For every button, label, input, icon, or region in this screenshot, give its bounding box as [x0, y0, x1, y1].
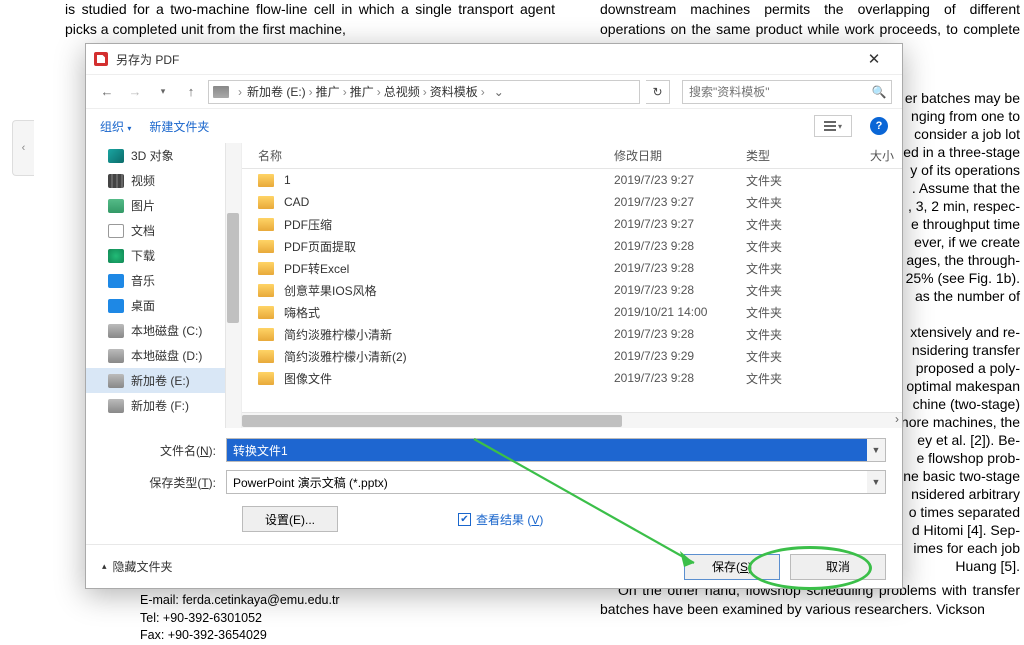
- filetype-label: 保存类型(T):: [102, 474, 226, 491]
- location-icon: [108, 399, 124, 413]
- folder-icon: [258, 284, 274, 297]
- sidebar-item[interactable]: 下载: [86, 243, 241, 268]
- crumb-item[interactable]: 总视频: [384, 85, 420, 99]
- refresh-button[interactable]: ↻: [646, 80, 670, 104]
- filename-label: 文件名(N):: [102, 442, 226, 459]
- folder-row[interactable]: 嗨格式2019/10/21 14:00文件夹: [242, 301, 902, 323]
- crumb-item[interactable]: 推广: [316, 85, 340, 99]
- hide-folders-link[interactable]: ▴隐藏文件夹: [102, 558, 173, 575]
- sidebar-item[interactable]: 图片: [86, 193, 241, 218]
- location-icon: [108, 174, 124, 188]
- crumb-dropdown[interactable]: ⌄: [490, 85, 508, 99]
- search-input[interactable]: [683, 85, 867, 99]
- sidebar-item[interactable]: 新加卷 (F:): [86, 393, 241, 418]
- pdf-icon: [94, 52, 108, 66]
- folder-icon: [258, 218, 274, 231]
- cancel-button[interactable]: 取消: [790, 554, 886, 580]
- location-icon: [108, 349, 124, 363]
- up-button[interactable]: ↑: [180, 81, 202, 103]
- folder-row[interactable]: PDF压缩2019/7/23 9:27文件夹: [242, 213, 902, 235]
- save-dialog: 另存为 PDF ✕ ← → ▾ ↑ › 新加卷 (E:)›推广›推广›总视频›资…: [85, 43, 903, 589]
- crumb-item[interactable]: 推广: [350, 85, 374, 99]
- sidebar-scrollbar[interactable]: [225, 143, 241, 428]
- folder-row[interactable]: 图像文件2019/7/23 9:28文件夹: [242, 367, 902, 389]
- folder-row[interactable]: 简约淡雅柠檬小清新2019/7/23 9:28文件夹: [242, 323, 902, 345]
- filetype-input[interactable]: [227, 471, 867, 493]
- crumb-item[interactable]: 资料模板: [430, 85, 478, 99]
- folder-icon: [258, 350, 274, 363]
- left-tab[interactable]: ‹: [12, 120, 34, 176]
- filetype-combo[interactable]: ▼: [226, 470, 886, 494]
- disk-icon: [213, 86, 229, 98]
- search-icon[interactable]: 🔍: [867, 85, 891, 99]
- folder-icon: [258, 196, 274, 209]
- sidebar-item[interactable]: 文档: [86, 218, 241, 243]
- bg-text: is studied for a two-machine flow-line c…: [65, 0, 555, 39]
- location-icon: [108, 274, 124, 288]
- settings-button[interactable]: 设置(E)...: [242, 506, 338, 532]
- view-mode-button[interactable]: ▾: [814, 115, 852, 137]
- sidebar: 3D 对象视频图片文档下载音乐桌面本地磁盘 (C:)本地磁盘 (D:)新加卷 (…: [86, 143, 242, 428]
- dialog-title: 另存为 PDF: [116, 51, 854, 68]
- location-icon: [108, 149, 124, 163]
- filetype-dropdown[interactable]: ▼: [867, 471, 885, 493]
- folder-row[interactable]: CAD2019/7/23 9:27文件夹: [242, 191, 902, 213]
- close-button[interactable]: ✕: [854, 44, 894, 74]
- location-icon: [108, 224, 124, 238]
- search-box[interactable]: 🔍: [682, 80, 892, 104]
- breadcrumb[interactable]: › 新加卷 (E:)›推广›推广›总视频›资料模板› ⌄: [208, 80, 640, 104]
- checkbox-icon: ✔: [458, 513, 471, 526]
- back-button[interactable]: ←: [96, 81, 118, 103]
- organize-menu[interactable]: 组织 ▾: [100, 118, 131, 135]
- column-headers[interactable]: 名称 修改日期 类型 大小: [242, 143, 902, 169]
- horizontal-scrollbar[interactable]: [242, 412, 902, 428]
- sidebar-item[interactable]: 本地磁盘 (C:): [86, 318, 241, 343]
- sidebar-item[interactable]: 新加卷 (E:): [86, 368, 241, 393]
- location-icon: [108, 374, 124, 388]
- help-button[interactable]: ?: [870, 117, 888, 135]
- save-button[interactable]: 保存(S): [684, 554, 780, 580]
- location-icon: [108, 249, 124, 263]
- folder-icon: [258, 240, 274, 253]
- folder-row[interactable]: 简约淡雅柠檬小清新(2)2019/7/23 9:29文件夹: [242, 345, 902, 367]
- sidebar-item[interactable]: 桌面: [86, 293, 241, 318]
- view-result-checkbox[interactable]: ✔ 查看结果 (V): [458, 511, 543, 528]
- folder-row[interactable]: 创意苹果IOS风格2019/7/23 9:28文件夹: [242, 279, 902, 301]
- sidebar-item[interactable]: 音乐: [86, 268, 241, 293]
- folder-icon: [258, 372, 274, 385]
- folder-icon: [258, 262, 274, 275]
- folder-icon: [258, 174, 274, 187]
- sidebar-item[interactable]: 3D 对象: [86, 143, 241, 168]
- folder-icon: [258, 306, 274, 319]
- folder-icon: [258, 328, 274, 341]
- crumb-item[interactable]: 新加卷 (E:): [247, 85, 306, 99]
- sidebar-item[interactable]: 本地磁盘 (D:): [86, 343, 241, 368]
- new-folder-button[interactable]: 新建文件夹: [149, 118, 209, 135]
- location-icon: [108, 299, 124, 313]
- sidebar-item[interactable]: 视频: [86, 168, 241, 193]
- folder-row[interactable]: PDF页面提取2019/7/23 9:28文件夹: [242, 235, 902, 257]
- folder-row[interactable]: PDF转Excel2019/7/23 9:28文件夹: [242, 257, 902, 279]
- folder-row[interactable]: 12019/7/23 9:27文件夹: [242, 169, 902, 191]
- location-icon: [108, 324, 124, 338]
- recent-dropdown[interactable]: ▾: [152, 81, 174, 103]
- filename-history-dropdown[interactable]: ▼: [867, 439, 885, 461]
- bg-contact: E-mail: ferda.cetinkaya@emu.edu.trTel: +…: [140, 592, 340, 645]
- filename-input[interactable]: [227, 439, 867, 461]
- location-icon: [108, 199, 124, 213]
- forward-button[interactable]: →: [124, 81, 146, 103]
- filename-combo[interactable]: ▼: [226, 438, 886, 462]
